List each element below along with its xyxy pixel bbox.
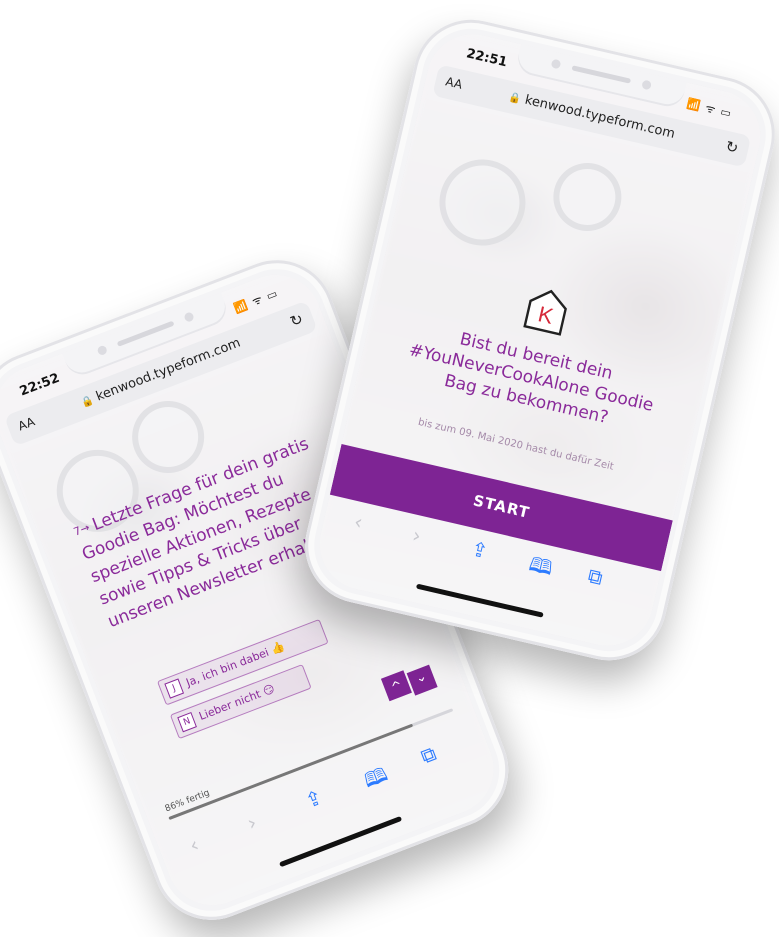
tabs-icon[interactable]: ⧉: [586, 563, 605, 590]
status-time: 22:51: [464, 46, 509, 71]
lock-icon: 🔒: [507, 91, 523, 106]
choice-key: J: [164, 678, 185, 699]
back-icon[interactable]: ‹: [352, 509, 365, 534]
choice-key: N: [177, 712, 197, 733]
question-number: 7→: [71, 520, 92, 539]
bookmarks-icon[interactable]: 🕮: [525, 550, 556, 588]
phone-right: 22:51 📶 ᯤ ▭ AA 🔒kenwood.typeform.com ↻ K…: [293, 8, 779, 672]
back-icon[interactable]: ‹: [186, 832, 202, 857]
lock-icon: 🔒: [79, 394, 96, 410]
phone-right-screen: 22:51 📶 ᯤ ▭ AA 🔒kenwood.typeform.com ↻ K…: [310, 25, 770, 655]
forward-icon[interactable]: ›: [244, 810, 260, 835]
tabs-icon[interactable]: ⧉: [418, 741, 440, 769]
share-icon[interactable]: ⇪: [469, 536, 491, 563]
share-icon[interactable]: ⇪: [302, 785, 326, 813]
forward-icon[interactable]: ›: [410, 523, 423, 548]
